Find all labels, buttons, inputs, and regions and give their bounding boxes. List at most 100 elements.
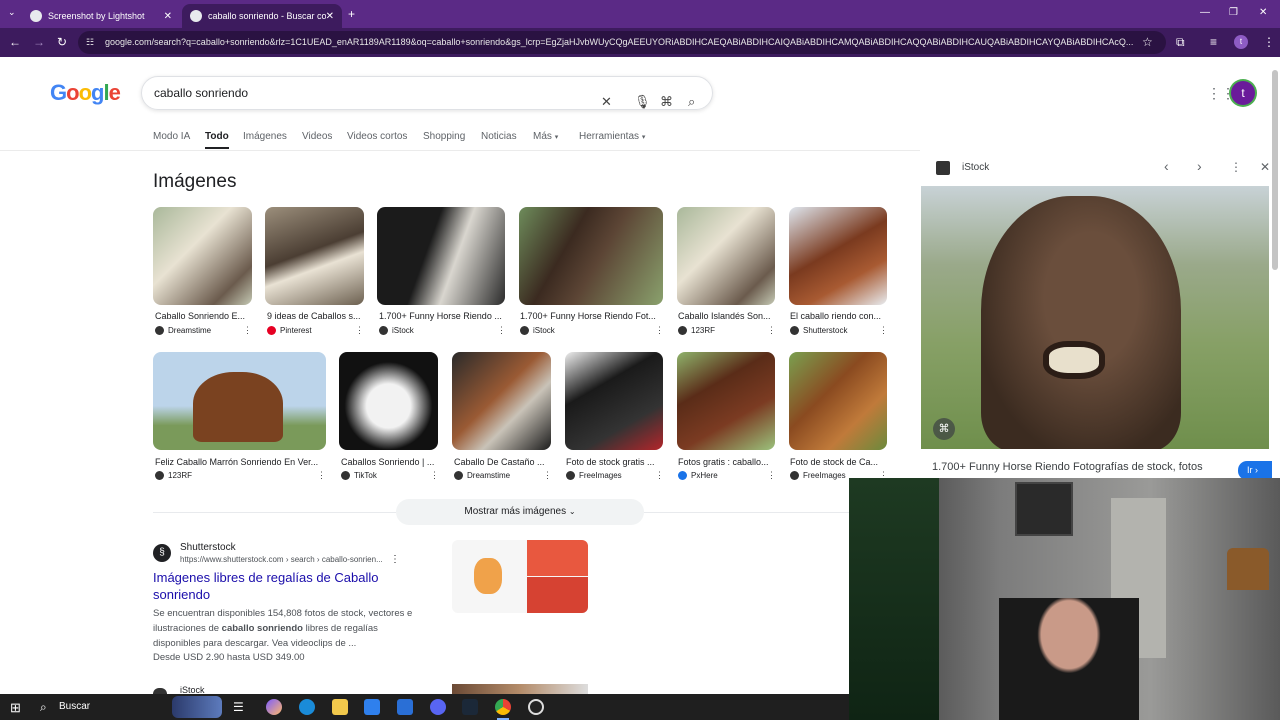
image-source[interactable]: Shutterstock — [790, 326, 847, 336]
more-options-icon[interactable]: ⋮ — [879, 325, 888, 336]
prev-image-icon[interactable]: ‹ — [1164, 158, 1169, 174]
tab-list-icon[interactable]: ⌄ — [8, 8, 16, 17]
taskbar-search[interactable]: Buscar — [59, 701, 90, 712]
image-caption[interactable]: Caballo Sonriendo E... — [155, 311, 250, 321]
image-caption[interactable]: Foto de stock gratis ... — [566, 457, 663, 467]
tab-imagenes[interactable]: Imágenes — [243, 131, 287, 142]
chrome-icon[interactable] — [495, 699, 511, 715]
image-source[interactable]: Dreamstime — [454, 471, 510, 481]
show-more-images-button[interactable]: Mostrar más imágenes ⌄ — [396, 499, 644, 525]
result-thumbnail[interactable] — [452, 540, 588, 613]
back-icon[interactable]: ← — [9, 36, 21, 48]
result-url[interactable]: https://www.shutterstock.com › search › … — [180, 555, 383, 564]
lens-icon[interactable]: ⌘ — [660, 86, 673, 118]
new-tab-icon[interactable]: + — [348, 8, 355, 20]
google-logo[interactable]: Google — [50, 80, 121, 106]
edge-icon[interactable] — [299, 699, 315, 715]
reload-icon[interactable]: ↻ — [57, 36, 67, 48]
tab-mas[interactable]: Más ▾ — [533, 131, 558, 142]
file-explorer-icon[interactable] — [332, 699, 348, 715]
image-caption[interactable]: El caballo riendo con... — [790, 311, 887, 321]
image-caption[interactable]: 1.700+ Funny Horse Riendo Fot... — [520, 311, 663, 321]
tab-videos[interactable]: Videos — [302, 131, 332, 142]
close-panel-icon[interactable]: ✕ — [1260, 160, 1270, 174]
discord-icon[interactable] — [430, 699, 446, 715]
image-thumb[interactable] — [153, 352, 326, 450]
clear-icon[interactable]: ✕ — [601, 86, 612, 118]
search-input[interactable]: caballo sonriendo ✕ 🎙 ⌘ ⌕ — [141, 76, 713, 110]
extensions-icon[interactable]: ⧉ — [1176, 36, 1185, 48]
tab-videos-cortos[interactable]: Videos cortos — [347, 131, 407, 142]
image-thumb[interactable] — [789, 207, 887, 305]
close-window-icon[interactable]: ✕ — [1259, 8, 1267, 18]
bookmark-star-icon[interactable]: ☆ — [1142, 36, 1153, 48]
next-image-icon[interactable]: › — [1197, 158, 1202, 174]
image-thumb[interactable] — [789, 352, 887, 450]
image-source[interactable]: FreeImages — [566, 471, 622, 481]
result-title-link[interactable]: Imágenes libres de regalías de Caballo s… — [153, 569, 413, 603]
image-source[interactable]: PxHere — [678, 471, 718, 481]
image-caption[interactable]: Feliz Caballo Marrón Sonriendo En Ver... — [155, 457, 324, 467]
result-site-name[interactable]: Shutterstock — [180, 542, 236, 553]
mail-icon[interactable] — [397, 699, 413, 715]
tab-herramientas[interactable]: Herramientas ▾ — [579, 131, 645, 142]
image-thumb[interactable] — [519, 207, 663, 305]
image-caption[interactable]: 1.700+ Funny Horse Riendo ... — [379, 311, 505, 321]
image-caption[interactable]: Caballo Islandés Son... — [678, 311, 775, 321]
image-caption[interactable]: Fotos gratis : caballo... — [678, 457, 775, 467]
image-source[interactable]: Pinterest — [267, 326, 312, 336]
image-source[interactable]: iStock — [379, 326, 414, 336]
close-tab-icon[interactable]: ✕ — [326, 11, 334, 22]
taskbar-search-icon[interactable]: ⌕ — [40, 700, 47, 715]
image-source[interactable]: FreeImages — [790, 471, 846, 481]
url-field[interactable]: ☷ google.com/search?q=caballo+sonriendo&… — [78, 31, 1166, 54]
media-icon[interactable]: ≡ — [1210, 36, 1217, 48]
scrollbar[interactable] — [1272, 70, 1278, 270]
more-options-icon[interactable]: ⋮ — [767, 470, 776, 481]
image-source[interactable]: 123RF — [155, 471, 192, 481]
image-caption[interactable]: Caballo De Castaño ... — [454, 457, 551, 467]
tab-google-search[interactable]: caballo sonriendo - Buscar con Google ✕ — [182, 4, 342, 28]
image-thumb[interactable] — [377, 207, 505, 305]
tab-shopping[interactable]: Shopping — [423, 131, 465, 142]
panel-caption[interactable]: 1.700+ Funny Horse Riendo Fotografías de… — [932, 461, 1203, 473]
store-icon[interactable] — [364, 699, 380, 715]
more-options-icon[interactable]: ⋮ — [655, 325, 664, 336]
restore-icon[interactable]: ❐ — [1229, 8, 1238, 18]
tab-noticias[interactable]: Noticias — [481, 131, 517, 142]
tab-modo-ia[interactable]: Modo IA — [153, 131, 190, 142]
search-icon[interactable]: ⌕ — [688, 86, 695, 118]
image-source[interactable]: iStock — [520, 326, 555, 336]
image-thumb[interactable] — [565, 352, 663, 450]
steam-icon[interactable] — [462, 699, 478, 715]
more-options-icon[interactable]: ⋮ — [355, 325, 364, 336]
more-options-icon[interactable]: ⋮ — [317, 470, 326, 481]
tab-lightshot[interactable]: Screenshot by Lightshot ✕ — [22, 4, 180, 28]
image-source[interactable]: Dreamstime — [155, 326, 211, 336]
image-source[interactable]: 123RF — [678, 326, 715, 336]
obs-icon[interactable] — [528, 699, 544, 715]
image-caption[interactable]: Caballos Sonriendo | ... — [341, 457, 438, 467]
more-options-icon[interactable]: ⋮ — [543, 470, 552, 481]
site-info-icon[interactable]: ☷ — [86, 31, 94, 54]
menu-icon[interactable]: ⋮ — [1263, 36, 1275, 48]
result-options-icon[interactable]: ⋮ — [390, 554, 400, 565]
close-tab-icon[interactable]: ✕ — [164, 11, 172, 22]
more-options-icon[interactable]: ⋮ — [655, 470, 664, 481]
result2-thumbnail[interactable] — [452, 684, 588, 694]
preview-image[interactable]: ⌘ — [921, 186, 1269, 449]
more-options-icon[interactable]: ⋮ — [430, 470, 439, 481]
image-thumb[interactable] — [339, 352, 438, 450]
image-thumb[interactable] — [677, 207, 775, 305]
windows-start-icon[interactable]: ⊞ — [10, 700, 21, 716]
image-thumb[interactable] — [452, 352, 551, 450]
image-thumb[interactable] — [265, 207, 364, 305]
task-view-icon[interactable]: ☰ — [233, 700, 244, 714]
image-caption[interactable]: Foto de stock de Ca... — [790, 457, 887, 467]
minimize-icon[interactable]: — — [1200, 8, 1210, 18]
profile-icon[interactable]: t — [1234, 35, 1248, 49]
panel-source-name[interactable]: iStock — [962, 162, 989, 173]
image-thumb[interactable] — [153, 207, 252, 305]
microphone-icon[interactable]: 🎙 — [634, 86, 651, 118]
more-options-icon[interactable]: ⋮ — [497, 325, 506, 336]
